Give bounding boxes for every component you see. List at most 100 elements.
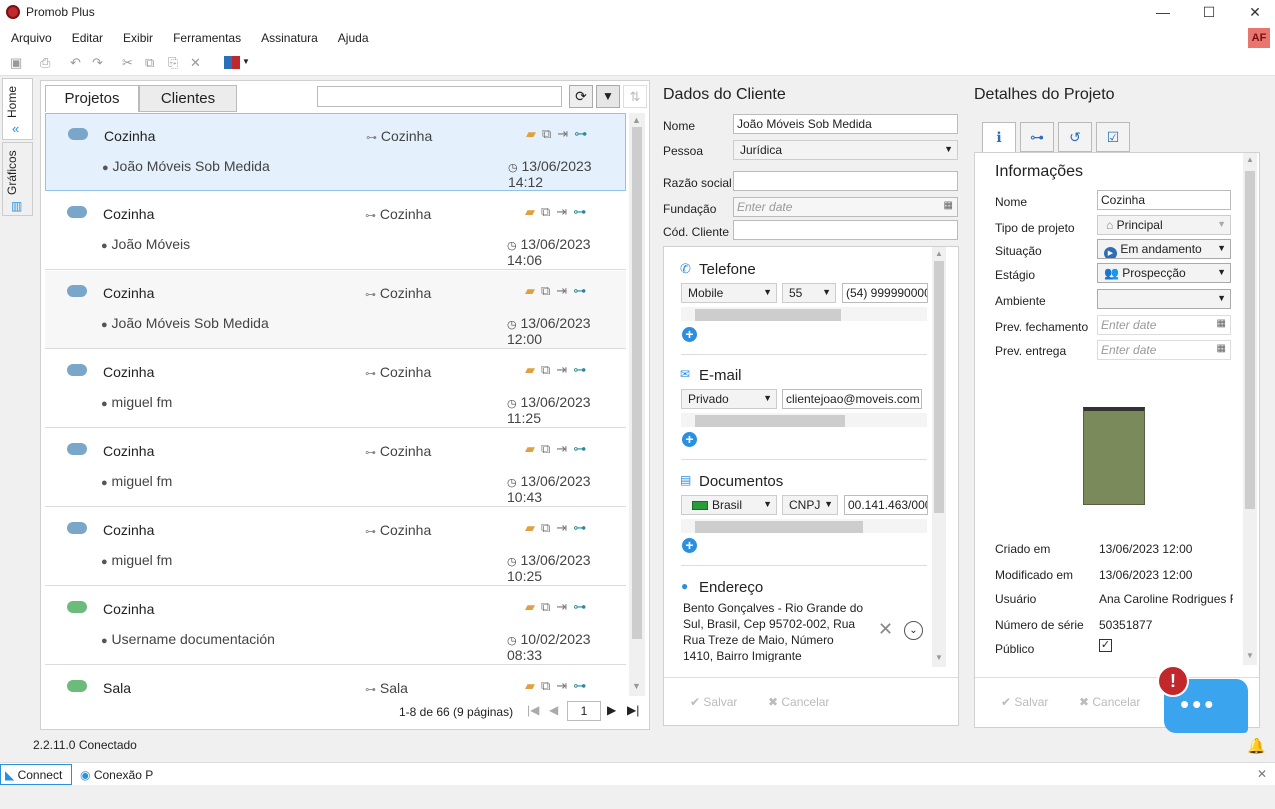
chevron-down-icon[interactable]: ▼ bbox=[242, 57, 250, 66]
tipo-select[interactable]: ⌂ Principal ▼ bbox=[1097, 215, 1231, 235]
duplicate-icon[interactable]: ⧉ bbox=[542, 126, 557, 141]
email-hscroll-thumb[interactable] bbox=[695, 415, 845, 427]
last-page-icon[interactable]: ▶| bbox=[627, 703, 639, 717]
close-connection-icon[interactable]: ✕ bbox=[1257, 767, 1267, 781]
minimize-button[interactable]: — bbox=[1140, 0, 1186, 26]
doc-hscroll-thumb[interactable] bbox=[695, 521, 863, 533]
prev-fechamento-input[interactable]: Enter date ▦ bbox=[1097, 315, 1231, 335]
share-icon[interactable]: ⊶ bbox=[573, 599, 592, 614]
open-folder-icon[interactable]: ▰ bbox=[525, 678, 541, 693]
project-card[interactable]: Sala ⊶ Sala ▰⧉⇥⊶ bbox=[45, 666, 626, 696]
prev-page-icon[interactable]: ◀ bbox=[549, 703, 558, 717]
client-cancel-button[interactable]: ✖ Cancelar bbox=[768, 695, 829, 709]
phone-type-select[interactable]: Mobile ▼ bbox=[681, 283, 777, 303]
export-icon[interactable]: ⇥ bbox=[556, 599, 573, 614]
email-hscroll[interactable] bbox=[681, 413, 927, 427]
details-vscroll-thumb[interactable] bbox=[1245, 171, 1255, 509]
fundacao-input[interactable]: Enter date ▦ bbox=[733, 197, 958, 217]
scroll-up-icon[interactable]: ▲ bbox=[935, 249, 943, 258]
scroll-down-icon[interactable]: ▼ bbox=[935, 653, 943, 662]
list-scrollbar[interactable]: ▲ ▼ bbox=[629, 113, 645, 696]
add-phone-button[interactable]: + bbox=[682, 327, 697, 342]
project-card[interactable]: Cozinha ● Username documentación ◷ 10/02/2… bbox=[45, 587, 626, 665]
export-icon[interactable]: ⇥ bbox=[556, 283, 573, 298]
share-icon[interactable]: ⊶ bbox=[573, 678, 592, 693]
menu-exibir[interactable]: Exibir bbox=[112, 26, 162, 45]
email-type-select[interactable]: Privado ▼ bbox=[681, 389, 777, 409]
ambiente-select[interactable]: ▼ bbox=[1097, 289, 1231, 309]
duplicate-icon[interactable]: ⧉ bbox=[541, 362, 556, 377]
paste-icon[interactable]: ⎘ bbox=[168, 55, 178, 71]
menu-arquivo[interactable]: Arquivo bbox=[0, 26, 61, 45]
phone-number-input[interactable]: (54) 999990000 bbox=[842, 283, 928, 303]
cod-input[interactable] bbox=[733, 220, 958, 240]
share-icon[interactable]: ⊶ bbox=[573, 204, 592, 219]
export-icon[interactable]: ⇥ bbox=[556, 362, 573, 377]
details-cancel-button[interactable]: ✖ Cancelar bbox=[1079, 695, 1140, 709]
open-folder-icon[interactable]: ▰ bbox=[525, 520, 541, 535]
publico-checkbox[interactable]: ✓ bbox=[1099, 639, 1112, 652]
tab-history[interactable]: ↺ bbox=[1058, 122, 1092, 152]
duplicate-icon[interactable]: ⧉ bbox=[541, 204, 556, 219]
remove-address-icon[interactable]: ✕ bbox=[878, 619, 893, 640]
copy-icon[interactable]: ⧉ bbox=[145, 55, 154, 71]
open-folder-icon[interactable]: ▰ bbox=[525, 283, 541, 298]
client-vscroll-thumb[interactable] bbox=[934, 261, 944, 513]
layout-icon[interactable] bbox=[224, 56, 240, 69]
next-page-icon[interactable]: ▶ bbox=[607, 703, 616, 717]
open-folder-icon[interactable]: ▰ bbox=[525, 362, 541, 377]
conexao-tab[interactable]: ◉ Conexão P bbox=[76, 764, 236, 785]
share-icon[interactable]: ⊶ bbox=[574, 126, 593, 141]
bell-icon[interactable]: 🔔 bbox=[1247, 737, 1266, 755]
tab-clientes[interactable]: Clientes bbox=[139, 85, 237, 112]
details-vscroll[interactable]: ▲ ▼ bbox=[1243, 153, 1257, 665]
project-card[interactable]: Cozinha ⊶ Cozinha ● João Móveis Sob Medida… bbox=[45, 271, 626, 349]
client-vscroll[interactable]: ▲ ▼ bbox=[932, 247, 946, 667]
undo-icon[interactable]: ↶ bbox=[70, 55, 81, 71]
share-icon[interactable]: ⊶ bbox=[573, 362, 592, 377]
client-name-input[interactable]: João Móveis Sob Medida bbox=[733, 114, 958, 134]
menu-editar[interactable]: Editar bbox=[61, 26, 112, 45]
email-input[interactable]: clientejoao@moveis.com bbox=[782, 389, 922, 409]
doc-country-select[interactable]: Brasil ▼ bbox=[681, 495, 777, 515]
prev-entrega-input[interactable]: Enter date ▦ bbox=[1097, 340, 1231, 360]
razao-input[interactable] bbox=[733, 171, 958, 191]
project-card[interactable]: Cozinha ⊶ Cozinha ● miguel fm ◷ 13/06/2023 … bbox=[45, 508, 626, 586]
expand-address-icon[interactable]: ⌄ bbox=[904, 621, 923, 640]
export-icon[interactable]: ⇥ bbox=[557, 126, 574, 141]
list-scroll-thumb[interactable] bbox=[632, 127, 642, 639]
export-icon[interactable]: ⇥ bbox=[556, 520, 573, 535]
user-avatar[interactable]: AF bbox=[1248, 28, 1270, 48]
export-icon[interactable]: ⇥ bbox=[556, 678, 573, 693]
scroll-down-icon[interactable]: ▼ bbox=[632, 681, 641, 691]
calendar-icon[interactable]: ▦ bbox=[1217, 343, 1226, 354]
menu-ferramentas[interactable]: Ferramentas bbox=[162, 26, 250, 45]
project-card[interactable]: Cozinha ⊶ Cozinha ● João Móveis ◷ 13/06/202… bbox=[45, 192, 626, 270]
duplicate-icon[interactable]: ⧉ bbox=[541, 599, 556, 614]
calendar-icon[interactable]: ▦ bbox=[1217, 318, 1226, 329]
duplicate-icon[interactable]: ⧉ bbox=[541, 520, 556, 535]
add-document-button[interactable]: + bbox=[682, 538, 697, 553]
scroll-down-icon[interactable]: ▼ bbox=[1246, 651, 1254, 660]
share-icon[interactable]: ⊶ bbox=[573, 283, 592, 298]
open-folder-icon[interactable]: ▰ bbox=[525, 599, 541, 614]
open-folder-icon[interactable]: ▰ bbox=[526, 126, 542, 141]
export-icon[interactable]: ⇥ bbox=[556, 441, 573, 456]
page-number-input[interactable]: 1 bbox=[567, 701, 601, 721]
filter-button[interactable]: ▼ bbox=[596, 85, 620, 108]
pessoa-select[interactable]: Jurídica ▼ bbox=[733, 140, 958, 160]
project-thumbnail[interactable] bbox=[1083, 407, 1145, 505]
print-icon[interactable]: ⎙ bbox=[40, 55, 50, 71]
client-save-button[interactable]: ✔ Salvar bbox=[690, 695, 737, 709]
open-folder-icon[interactable]: ▰ bbox=[525, 204, 541, 219]
sidetab-graficos[interactable]: Gráficos ▥ bbox=[2, 142, 33, 216]
phone-hscroll-thumb[interactable] bbox=[695, 309, 841, 321]
export-icon[interactable]: ⇥ bbox=[556, 204, 573, 219]
save-icon[interactable]: ▣ bbox=[10, 55, 22, 71]
calendar-icon[interactable]: ▦ bbox=[944, 200, 953, 211]
maximize-button[interactable]: ☐ bbox=[1186, 0, 1232, 26]
sort-button[interactable]: ⇅ bbox=[623, 85, 647, 108]
open-folder-icon[interactable]: ▰ bbox=[525, 441, 541, 456]
alert-icon[interactable]: ! bbox=[1157, 665, 1189, 697]
tab-projetos[interactable]: Projetos bbox=[45, 85, 139, 112]
